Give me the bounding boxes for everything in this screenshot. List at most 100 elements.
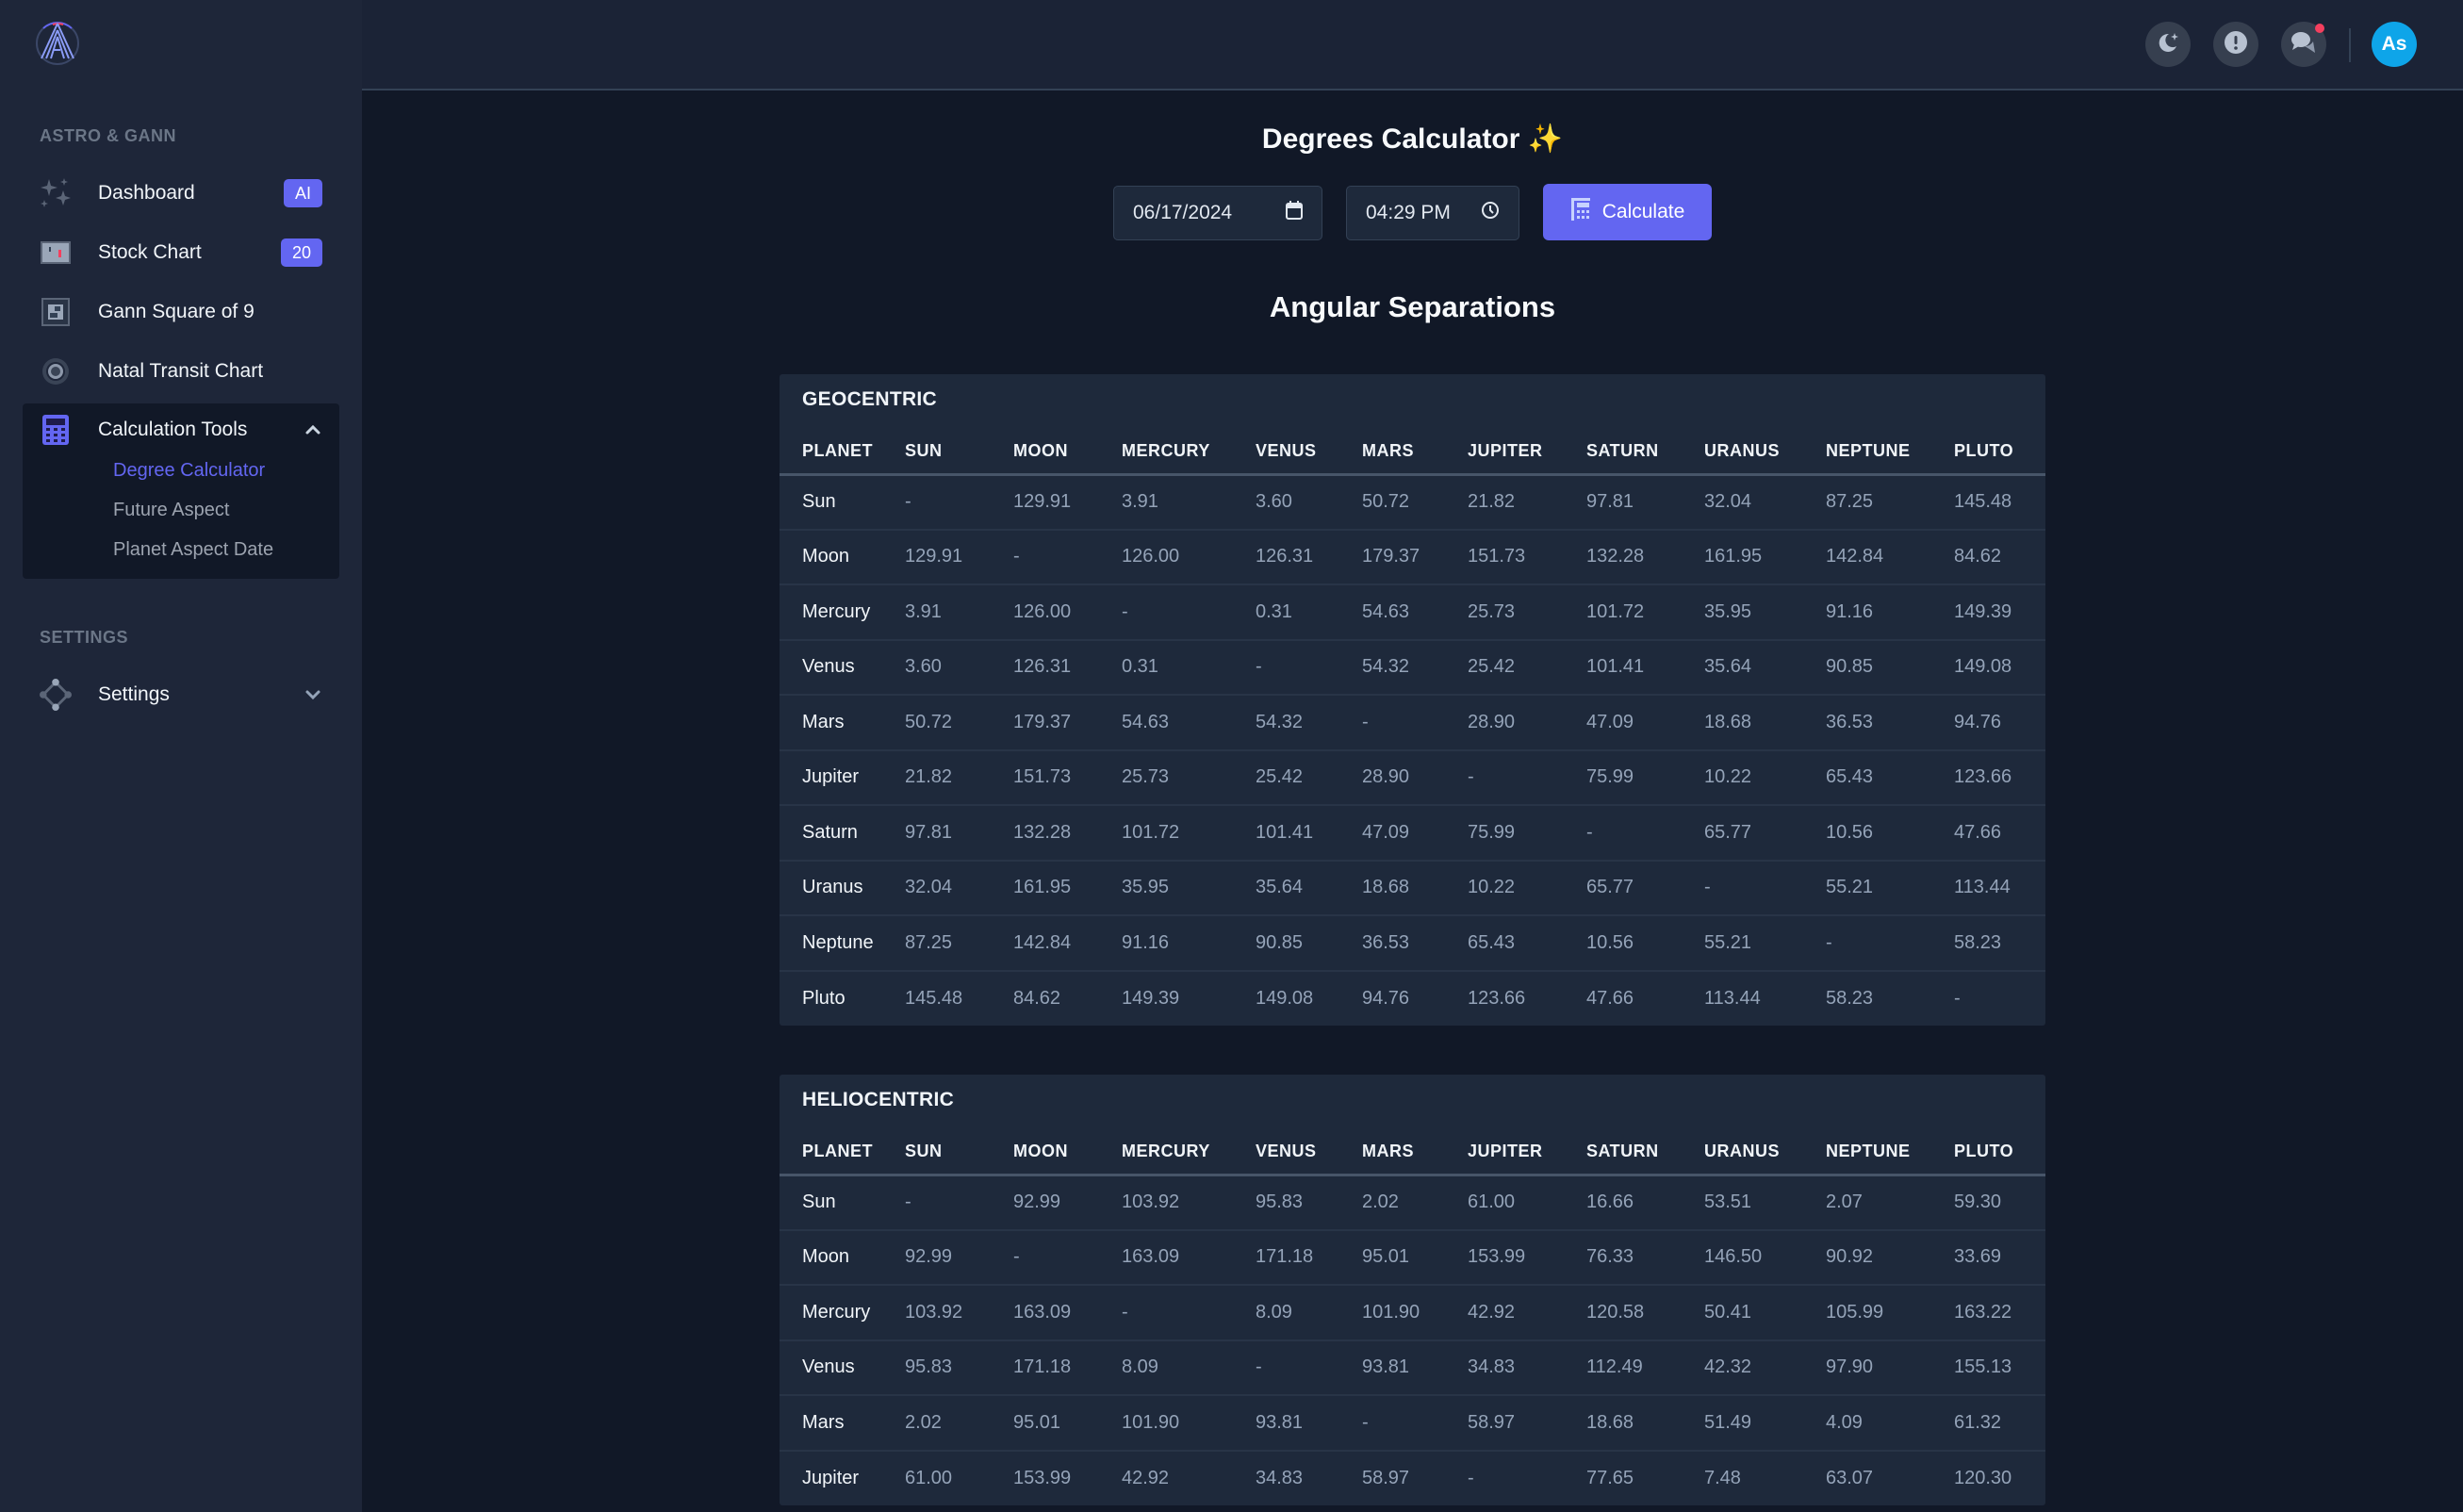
separation-cell: 16.66 xyxy=(1586,1175,1704,1231)
target-circle-icon xyxy=(40,355,72,387)
time-input[interactable]: 04:29 PM xyxy=(1346,186,1519,240)
user-avatar[interactable]: As xyxy=(2372,22,2417,67)
sidebar-item-natal-transit[interactable]: Natal Transit Chart xyxy=(23,345,339,398)
row-planet-name: Mercury xyxy=(780,584,905,641)
separation-cell: 149.08 xyxy=(1256,987,1314,1009)
sidebar-item-gann-square[interactable]: Gann Square of 9 xyxy=(23,286,339,338)
time-value: 04:29 PM xyxy=(1366,202,1451,223)
separation-cell: - xyxy=(1122,584,1256,641)
separation-cell: 59.30 xyxy=(1954,1175,2045,1231)
separation-cell: 97.90 xyxy=(1826,1339,1954,1396)
row-planet-name: Venus xyxy=(780,1339,905,1396)
separation-cell: - xyxy=(1468,749,1586,806)
chat-button[interactable] xyxy=(2281,22,2326,67)
section-label-settings: SETTINGS xyxy=(40,628,129,647)
alert-button[interactable] xyxy=(2213,22,2258,67)
separation-cell: 21.82 xyxy=(1468,474,1586,531)
column-header-mars: MARS xyxy=(1362,429,1468,476)
notification-dot xyxy=(2315,24,2324,33)
separation-cell: 90.92 xyxy=(1826,1229,1954,1286)
column-header-planet: PLANET xyxy=(780,429,905,476)
sidebar-item-calculation-tools[interactable]: Calculation Tools xyxy=(23,403,339,456)
separation-cell: 97.81 xyxy=(905,805,1013,862)
separation-cell: 35.95 xyxy=(1122,860,1256,916)
separation-cell: 10.22 xyxy=(1468,860,1586,916)
separation-cell: 95.01 xyxy=(1013,1395,1122,1452)
separation-cell: 54.63 xyxy=(1362,584,1468,641)
separation-cell: 163.09 xyxy=(1013,1285,1122,1341)
separation-cell: 92.99 xyxy=(905,1229,1013,1286)
row-planet-name: Jupiter xyxy=(780,749,905,806)
page-title: Degrees Calculator ✨ xyxy=(1261,123,1564,155)
table-row: Pluto 145.48 84.62 149.39 149.08 94.76 123.66 4… xyxy=(780,971,2045,1027)
separation-cell: 8.09 xyxy=(1122,1339,1256,1396)
separation-cell: 123.66 xyxy=(1468,987,1526,1009)
separation-cell: 97.81 xyxy=(1586,474,1704,531)
row-planet-name: Pluto xyxy=(802,987,846,1009)
separation-cell: 47.09 xyxy=(1586,695,1704,751)
separation-cell: 126.31 xyxy=(1013,639,1122,696)
separation-cell: 171.18 xyxy=(1013,1339,1122,1396)
separation-cell: 93.81 xyxy=(1256,1395,1362,1452)
calculate-button[interactable]: Calculate xyxy=(1543,184,1712,240)
sidebar-subitem-future-aspect[interactable]: Future Aspect xyxy=(113,500,229,521)
separation-cell: 51.49 xyxy=(1704,1395,1826,1452)
calculator-icon xyxy=(1570,197,1591,227)
separation-cell: 8.09 xyxy=(1256,1285,1362,1341)
separation-cell: 58.23 xyxy=(1954,915,2045,972)
clock-icon[interactable] xyxy=(1481,201,1500,225)
separation-cell: 32.04 xyxy=(905,860,1013,916)
sidebar-subitem-degree-calculator[interactable]: Degree Calculator xyxy=(113,460,265,482)
separation-cell: 171.18 xyxy=(1256,1229,1362,1286)
separation-cell: 103.92 xyxy=(905,1285,1013,1341)
separation-cell: 53.51 xyxy=(1704,1175,1826,1231)
chevron-up-icon[interactable] xyxy=(304,420,322,439)
separation-cell: 151.73 xyxy=(1013,749,1122,806)
row-planet-name: Neptune xyxy=(780,915,905,972)
separation-cell: 132.28 xyxy=(1586,529,1704,585)
sidebar: ASTRO & GANN Dashboard AI Stock Chart 20 xyxy=(0,0,362,1512)
row-planet-name: Uranus xyxy=(780,860,905,916)
separation-cell: 91.16 xyxy=(1826,584,1954,641)
separation-cell: 90.85 xyxy=(1256,915,1362,972)
table-header-row: PLANET SUN MOON MERCURY VENUS MARS JUPITER SATU… xyxy=(780,429,2045,476)
separation-cell: 75.99 xyxy=(1586,749,1704,806)
column-header-venus: VENUS xyxy=(1256,429,1362,476)
row-planet-name: Sun xyxy=(780,474,905,531)
table-row: Jupiter 21.82 151.73 25.73 25.42 28.90-75.99 1… xyxy=(780,749,2045,806)
separation-cell: - xyxy=(1954,987,1961,1009)
table-row: Mercury 103.92 163.09-8.09 101.90 42.92 120.5… xyxy=(780,1285,2045,1341)
heliocentric-title: HELIOCENTRIC xyxy=(802,1089,955,1110)
separation-cell: 87.25 xyxy=(1826,474,1954,531)
separation-cell: 4.09 xyxy=(1826,1395,1954,1452)
table-row: Saturn 97.81 132.28 101.72 101.41 47.09 75.99-… xyxy=(780,805,2045,862)
separation-cell: 94.76 xyxy=(1954,695,2045,751)
separation-cell: 126.31 xyxy=(1256,529,1362,585)
separation-cell: 18.68 xyxy=(1362,860,1468,916)
table-header-row: PLANET SUN MOON MERCURY VENUS MARS JUPITER SATU… xyxy=(780,1129,2045,1176)
table-row: Moon 92.99-163.09 171.18 95.01 153.99 76.33 14… xyxy=(780,1229,2045,1286)
separation-cell: 161.95 xyxy=(1704,529,1826,585)
sidebar-item-dashboard[interactable]: Dashboard AI xyxy=(23,167,339,220)
separation-cell: 47.09 xyxy=(1362,805,1468,862)
sidebar-subitem-planet-aspect-date[interactable]: Planet Aspect Date xyxy=(113,539,273,561)
row-planet-name: Mars xyxy=(780,1395,905,1452)
theme-toggle-button[interactable] xyxy=(2145,22,2191,67)
separation-cell: 149.39 xyxy=(1954,584,2045,641)
separation-cell: 25.42 xyxy=(1256,749,1362,806)
section-label-astro-gann: ASTRO & GANN xyxy=(40,126,176,145)
sidebar-item-stock-chart[interactable]: Stock Chart 20 xyxy=(23,226,339,279)
angular-separations-title: Angular Separations xyxy=(1269,290,1556,323)
stock-chart-icon xyxy=(40,237,72,269)
sidebar-item-settings[interactable]: Settings xyxy=(23,668,339,721)
separation-cell: - xyxy=(1362,1395,1468,1452)
date-input[interactable]: 06/17/2024 xyxy=(1113,186,1322,240)
chevron-down-icon[interactable] xyxy=(304,685,322,704)
separation-cell: 93.81 xyxy=(1362,1339,1468,1396)
column-header-mercury: MERCURY xyxy=(1122,429,1256,476)
separation-cell: 65.43 xyxy=(1468,915,1586,972)
calendar-icon[interactable] xyxy=(1286,201,1303,225)
column-header-pluto: PLUTO xyxy=(1954,429,2045,476)
calculate-label: Calculate xyxy=(1601,201,1685,222)
astro-gann-logo[interactable] xyxy=(32,19,83,66)
